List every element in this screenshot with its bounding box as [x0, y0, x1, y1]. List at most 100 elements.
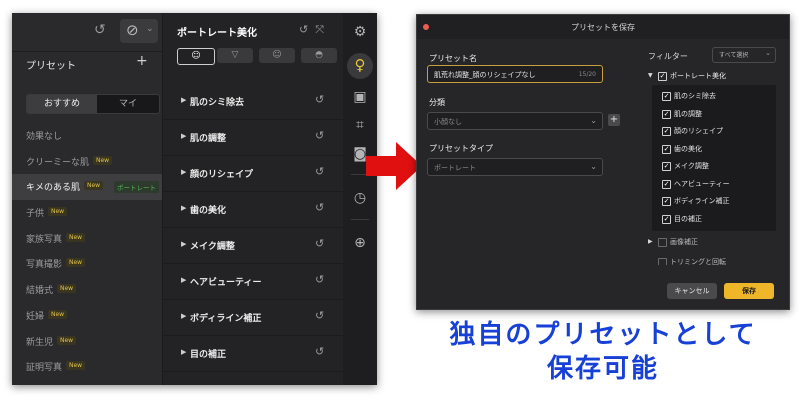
arrow-right-icon [366, 142, 422, 190]
preset-item[interactable]: 家族写真 New [12, 226, 162, 252]
reset-icon[interactable]: ↺ [315, 309, 324, 322]
category-item[interactable]: ▶ 歯の美化 ↺ [163, 192, 344, 228]
preset-item[interactable]: 証明写真 New [12, 354, 162, 380]
checkbox-icon[interactable]: ✓ [662, 197, 671, 206]
checkbox-icon[interactable]: ✓ [658, 72, 667, 81]
reset-icon[interactable]: ↺ [315, 237, 324, 250]
preset-heading: プリセット [26, 61, 76, 72]
type-value: ポートレート [434, 164, 476, 172]
checkbox-icon[interactable]: ✓ [662, 144, 671, 154]
reset-icon[interactable]: ↺ [315, 165, 324, 178]
face-tab-2[interactable]: ▽ [217, 48, 253, 63]
preset-item[interactable]: キメのある肌 New ポートレート [12, 174, 162, 201]
history-icon[interactable]: ◷ [343, 190, 377, 206]
preset-panel: ↺ ⊘ ⌄ プリセット + おすすめ マイ 効果なし クリーミーな肌 New キメのあ… [12, 13, 162, 385]
category-label: 目の補正 [190, 350, 227, 360]
add-category-button[interactable]: + [608, 114, 620, 126]
checkbox-icon[interactable]: ✓ [662, 214, 671, 224]
portrait-panel: ポートレート美化 ↺⤧ ☺ ▽ ☺ ◓ ▶ 肌のシミ除去 ↺ ▶ 肌の調整 ↺ ▶ 顔のリシェ… [162, 13, 344, 385]
reset-icon[interactable]: ↺ [315, 93, 324, 106]
filter-label: フィルター [648, 52, 688, 61]
preset-item-label: 結婚式 [26, 286, 54, 297]
category-item[interactable]: ▶ 肌の調整 ↺ [163, 120, 344, 156]
face-tab-4[interactable]: ◓ [301, 48, 337, 63]
checkbox-icon[interactable]: ✓ [662, 162, 671, 171]
face-tab-all[interactable]: ☺ [177, 48, 215, 65]
category-select[interactable]: 小顔なし ⌄ [427, 112, 603, 130]
preset-item[interactable]: 効果なし [12, 123, 162, 149]
checkbox-icon[interactable]: ✓ [662, 92, 671, 101]
reset-icon[interactable]: ↺ [315, 129, 324, 142]
preset-item[interactable]: クリーミーな肌 New [12, 149, 162, 175]
portrait-tool-button[interactable]: ♀ [347, 53, 373, 79]
category-list: ▶ 肌のシミ除去 ↺ ▶ 肌の調整 ↺ ▶ 顔のリシェイプ ↺ ▶ 歯の美化 ↺ ▶ メイク調整 ↺ ▶ ヘアビ… [163, 84, 344, 372]
reset-icon[interactable]: ↺ [315, 201, 324, 214]
preset-item-label: 子供 [26, 209, 45, 220]
tree-crop-label: トリミングと回転 [670, 258, 726, 265]
photo-icon[interactable]: ▣ [343, 89, 377, 105]
tree-item-label: 歯の美化 [674, 144, 702, 153]
tree-item-label: 顔のリシェイプ [674, 127, 723, 135]
category-label: メイク調整 [190, 242, 235, 252]
preset-list: 効果なし クリーミーな肌 New キメのある肌 New ポートレート 子供 New 家族写真 Ne… [12, 123, 162, 380]
crop-icon[interactable]: ⌗ [343, 117, 377, 133]
preset-item[interactable]: 新生児 New [12, 329, 162, 355]
category-label: 肌の調整 [190, 134, 227, 144]
app-window-left: ↺ ⊘ ⌄ プリセット + おすすめ マイ 効果なし クリーミーな肌 New キメのあ… [12, 13, 377, 385]
reset-icon[interactable]: ↺ [315, 273, 324, 286]
compare-icon[interactable]: ⤧ [315, 23, 331, 36]
preset-item[interactable]: 写真撮影 New [12, 251, 162, 277]
tree-item-label: ヘアビューティー [674, 179, 730, 188]
tree-root[interactable]: ▼ ✓ ポートレート美化 [648, 69, 776, 85]
category-item[interactable]: ▶ ヘアビューティー ↺ [163, 264, 344, 300]
tree-image[interactable]: ▶ 画像補正 [648, 235, 776, 251]
preset-item[interactable]: 妊婦 New [12, 303, 162, 329]
face-smile-icon: ☺ [272, 50, 282, 60]
save-button[interactable]: 保存 [724, 283, 774, 299]
face-tab-3[interactable]: ☺ [259, 48, 295, 63]
category-item[interactable]: ▶ 肌のシミ除去 ↺ [163, 84, 344, 120]
category-label: 肌のシミ除去 [190, 98, 245, 108]
preset-item[interactable]: 子供 New [12, 200, 162, 226]
expand-down-icon[interactable]: ▼ [648, 72, 653, 79]
category-label: 顔のリシェイプ [190, 170, 254, 180]
filter-select[interactable]: すべて選択 ⌄ [712, 47, 776, 63]
new-badge: New [57, 335, 77, 345]
expand-right-icon[interactable]: ▶ [648, 238, 653, 245]
new-badge: New [66, 232, 86, 242]
preset-item-label: 写真撮影 [26, 260, 63, 271]
add-icon[interactable]: ⊕ [343, 235, 377, 251]
category-item[interactable]: ▶ メイク調整 ↺ [163, 228, 344, 264]
save-preset-dialog: プリセットを保存 プリセット名 肌荒れ調整_顔のリシェイプなし 15/20 分類… [416, 14, 790, 310]
expand-right-icon: ▶ [181, 276, 187, 284]
mask-menu-button[interactable]: ⊘ ⌄ [120, 19, 158, 43]
reset-icon[interactable]: ↺ [299, 23, 315, 36]
tab-recommended[interactable]: おすすめ [27, 95, 97, 113]
expand-right-icon: ▶ [181, 348, 187, 356]
expand-right-icon: ▶ [181, 312, 187, 320]
checkbox-icon[interactable]: ✓ [662, 109, 671, 119]
checkbox-icon[interactable] [658, 238, 667, 247]
checkbox-icon[interactable]: ✓ [662, 179, 671, 189]
add-preset-button[interactable]: + [136, 53, 148, 69]
undo-icon[interactable]: ↺ [94, 22, 106, 38]
preset-name-input[interactable]: 肌荒れ調整_顔のリシェイプなし 15/20 [427, 65, 603, 83]
category-item[interactable]: ▶ 目の補正 ↺ [163, 336, 344, 372]
category-item[interactable]: ▶ ボディライン補正 ↺ [163, 300, 344, 336]
reset-icon[interactable]: ↺ [315, 345, 324, 358]
cancel-button[interactable]: キャンセル [667, 283, 717, 299]
expand-right-icon: ▶ [181, 204, 187, 212]
preset-item-label: 家族写真 [26, 234, 63, 245]
arrow-shape [366, 142, 422, 190]
tree-crop[interactable]: トリミングと回転 [648, 255, 776, 265]
type-select[interactable]: ポートレート ⌄ [427, 158, 603, 176]
preset-item[interactable]: 結婚式 New [12, 277, 162, 303]
filter-select-value: すべて選択 [719, 52, 749, 59]
checkbox-icon[interactable]: ✓ [662, 127, 671, 136]
tab-mine[interactable]: マイ [97, 95, 159, 113]
chevron-down-icon: ⌄ [590, 162, 597, 171]
preset-item-label: クリーミーな肌 [26, 157, 90, 168]
sliders-icon[interactable]: ⚙ [343, 24, 377, 40]
category-item[interactable]: ▶ 顔のリシェイプ ↺ [163, 156, 344, 192]
checkbox-icon[interactable] [658, 258, 667, 265]
